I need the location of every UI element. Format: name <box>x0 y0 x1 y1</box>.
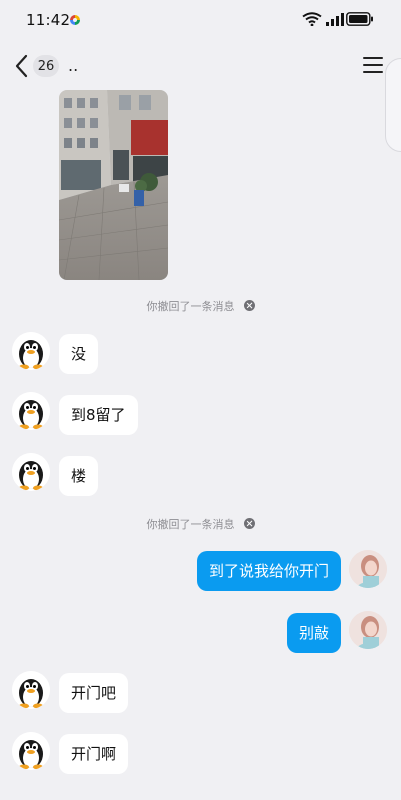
contact-avatar[interactable] <box>12 671 50 709</box>
recall-notice: 你撤回了一条消息 <box>0 298 401 314</box>
incoming-message-bubble[interactable]: 楼 <box>59 456 99 496</box>
hamburger-menu-icon <box>363 57 383 59</box>
contact-avatar[interactable] <box>12 453 50 491</box>
incoming-message-bubble[interactable]: 开门吧 <box>59 673 129 713</box>
my-avatar[interactable] <box>349 611 387 649</box>
hamburger-line <box>363 64 383 66</box>
contact-avatar[interactable] <box>12 332 50 370</box>
side-panel-handle[interactable] <box>385 58 401 152</box>
unread-count-badge[interactable]: 26 <box>33 55 59 77</box>
status-bar: 11:42 <box>0 0 401 40</box>
outgoing-message-bubble[interactable]: 到了说我给你开门 <box>196 551 341 591</box>
image-message[interactable] <box>59 90 168 280</box>
status-time: 11:42 <box>26 11 71 29</box>
recall-notice-text: 你撤回了一条消息 <box>146 518 235 531</box>
incoming-message-bubble[interactable]: 到8留了 <box>59 395 138 435</box>
outgoing-message-bubble[interactable]: 别敲 <box>286 613 341 653</box>
hamburger-line <box>363 71 383 73</box>
recall-notice: 你撤回了一条消息 <box>0 516 401 532</box>
battery-icon <box>346 12 373 26</box>
more-menu-button[interactable] <box>363 57 383 75</box>
app-notification-icon <box>70 15 80 25</box>
close-circle-icon[interactable] <box>243 300 255 311</box>
chevron-left-icon <box>15 54 28 78</box>
incoming-message-bubble[interactable]: 开门啊 <box>59 734 129 774</box>
incoming-message-bubble[interactable]: 没 <box>59 334 99 374</box>
recall-notice-text: 你撤回了一条消息 <box>146 300 235 313</box>
contact-avatar[interactable] <box>12 392 50 430</box>
my-avatar[interactable] <box>349 550 387 588</box>
street-photo <box>59 90 168 280</box>
chat-header: 26 .. <box>0 44 401 88</box>
close-circle-icon[interactable] <box>243 518 255 529</box>
back-button[interactable] <box>10 52 32 80</box>
contact-avatar[interactable] <box>12 732 50 770</box>
wifi-icon <box>302 12 322 26</box>
chat-title[interactable]: .. <box>68 56 78 75</box>
cell-signal-icon <box>326 13 344 26</box>
